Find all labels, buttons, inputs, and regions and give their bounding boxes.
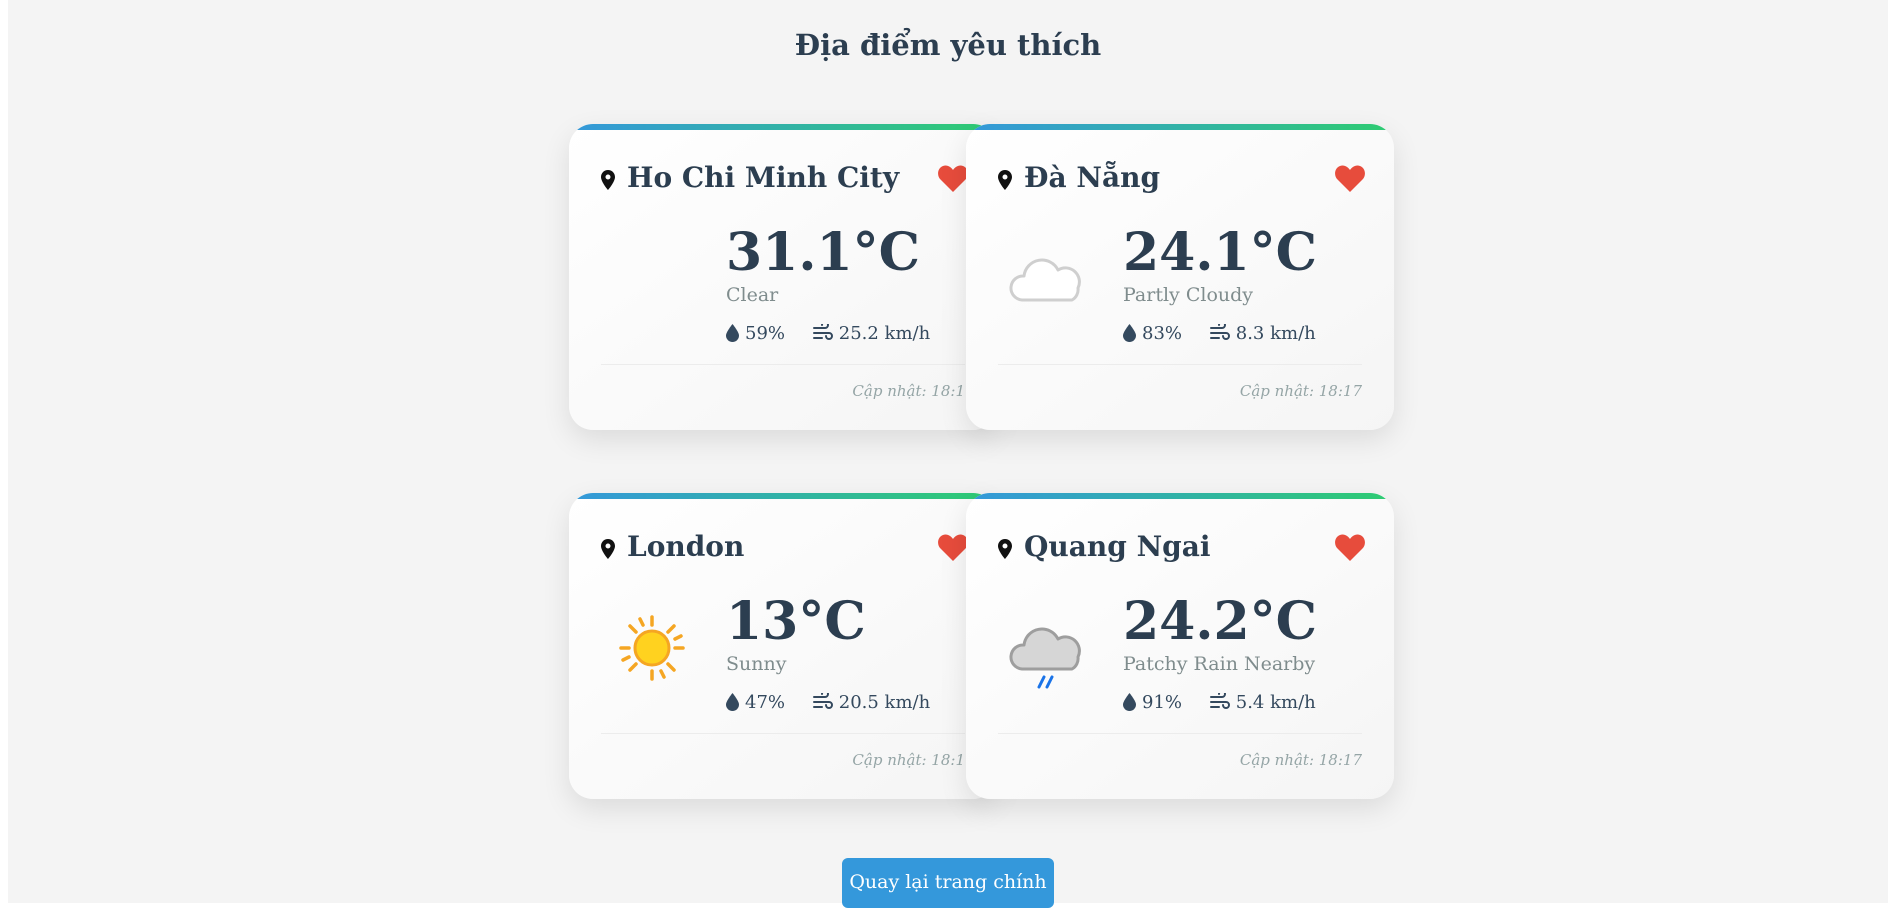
page-title: Địa điểm yêu thích <box>794 28 1102 62</box>
wind-icon <box>812 689 833 709</box>
location-pin-icon <box>998 539 1012 559</box>
humidity-value: 83% <box>1142 322 1183 344</box>
weather-stats: 91% 5.4 km/h <box>1123 689 1338 715</box>
favorite-heart-icon[interactable] <box>937 163 969 193</box>
weather-stats: 47% 20.5 km/h <box>726 689 952 715</box>
card-header: Quang Ngai <box>998 529 1365 569</box>
wind-stat: 5.4 km/h <box>1209 689 1316 713</box>
card-header: London <box>601 529 968 569</box>
wind-icon <box>1209 320 1230 340</box>
moon-rain-cloud-icon <box>1009 607 1081 689</box>
card-divider <box>601 733 965 734</box>
city-name: Đà Nẵng <box>1024 161 1161 194</box>
temperature: 13°C <box>726 591 866 652</box>
humidity-value: 91% <box>1142 691 1183 713</box>
humidity-stat: 59% <box>726 323 785 344</box>
wind-stat: 8.3 km/h <box>1209 320 1316 344</box>
updated-time: Cập nhật: 18:1 <box>852 751 965 769</box>
favorite-heart-icon[interactable] <box>1334 163 1366 193</box>
favorite-heart-icon[interactable] <box>1334 532 1366 562</box>
humidity-value: 47% <box>745 691 786 713</box>
weather-card-london[interactable]: London 13°C Sunny 47% 20.5 km/h Cập nhật… <box>569 493 997 799</box>
back-to-home-button[interactable]: Quay lại trang chính <box>842 858 1054 908</box>
moon-cloud-icon <box>1009 238 1081 302</box>
temperature: 24.1°C <box>1123 222 1318 283</box>
weather-condition: Sunny <box>726 653 787 675</box>
wind-icon <box>1209 689 1230 709</box>
wind-stat: 25.2 km/h <box>812 320 931 344</box>
weather-card-da-nang[interactable]: Đà Nẵng 24.1°C Partly Cloudy 83% 8.3 km/… <box>966 124 1394 430</box>
humidity-stat: 83% <box>1123 323 1182 344</box>
updated-time: Cập nhật: 18:1 <box>852 382 965 400</box>
city-name: London <box>627 530 745 563</box>
wind-value: 20.5 km/h <box>838 691 931 713</box>
card-divider <box>601 364 965 365</box>
weather-condition: Clear <box>726 284 779 306</box>
temperature: 24.2°C <box>1123 591 1318 652</box>
humidity-stat: 91% <box>1123 692 1182 713</box>
weather-card-quang-ngai[interactable]: Quang Ngai 24.2°C Patchy Rain Nearby 91%… <box>966 493 1394 799</box>
card-divider <box>998 733 1362 734</box>
weather-stats: 83% 8.3 km/h <box>1123 320 1338 346</box>
wind-value: 5.4 km/h <box>1235 691 1316 713</box>
sun-icon <box>619 615 685 681</box>
weather-stats: 59% 25.2 km/h <box>726 320 952 346</box>
wind-stat: 20.5 km/h <box>812 689 931 713</box>
weather-condition: Patchy Rain Nearby <box>1123 653 1316 675</box>
favorite-heart-icon[interactable] <box>937 532 969 562</box>
temperature: 31.1°C <box>726 222 921 283</box>
card-header: Đà Nẵng <box>998 160 1365 200</box>
humidity-value: 59% <box>745 322 786 344</box>
wind-icon <box>812 320 833 340</box>
updated-time: Cập nhật: 18:17 <box>1239 382 1362 400</box>
location-pin-icon <box>601 170 615 190</box>
wind-value: 8.3 km/h <box>1235 322 1316 344</box>
droplet-icon <box>726 323 739 342</box>
updated-time: Cập nhật: 18:17 <box>1239 751 1362 769</box>
weather-condition: Partly Cloudy <box>1123 284 1254 306</box>
droplet-icon <box>1123 692 1136 711</box>
card-header: Ho Chi Minh City <box>601 160 968 200</box>
droplet-icon <box>1123 323 1136 342</box>
humidity-stat: 47% <box>726 692 785 713</box>
city-name: Ho Chi Minh City <box>627 161 900 194</box>
location-pin-icon <box>601 539 615 559</box>
moon-icon <box>625 272 641 304</box>
location-pin-icon <box>998 170 1012 190</box>
city-name: Quang Ngai <box>1024 530 1211 563</box>
weather-card-ho-chi-minh-city[interactable]: Ho Chi Minh City 31.1°C Clear 59% 25.2 k… <box>569 124 997 430</box>
card-divider <box>998 364 1362 365</box>
wind-value: 25.2 km/h <box>838 322 931 344</box>
droplet-icon <box>726 692 739 711</box>
